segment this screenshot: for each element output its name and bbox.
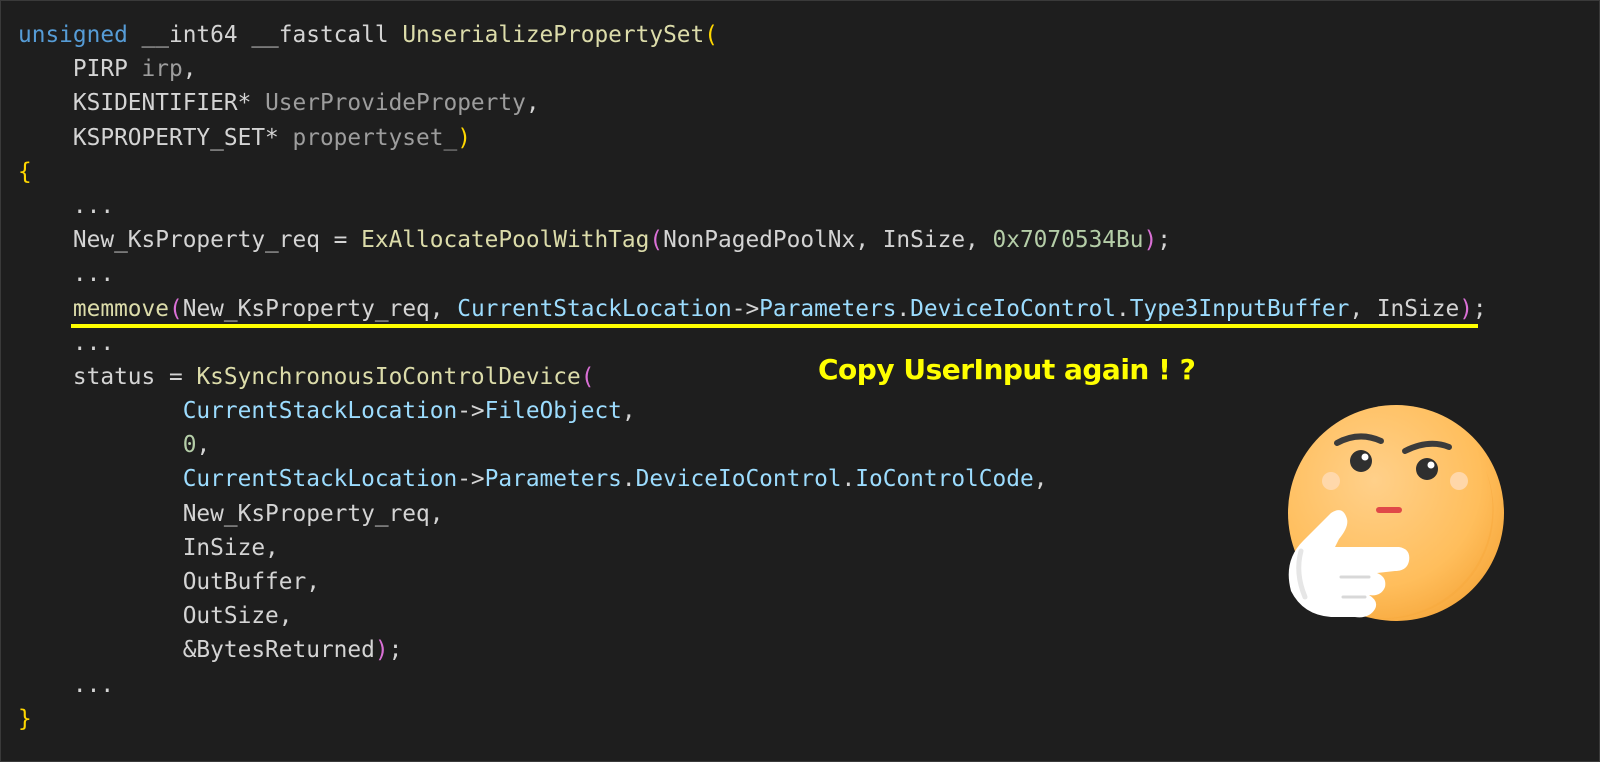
- code-line: InSize,: [18, 531, 1487, 565]
- code-line: }: [18, 702, 1487, 736]
- code-line: unsigned __int64 __fastcall UnserializeP…: [18, 18, 1487, 52]
- code-token: ,: [621, 398, 636, 425]
- code-token: (: [704, 22, 718, 48]
- code-token: ;: [1472, 295, 1487, 322]
- code-token: InSize,: [18, 534, 279, 561]
- code-line: &BytesReturned);: [18, 633, 1487, 667]
- code-token: irp: [141, 56, 183, 83]
- code-token: NonPagedPoolNx, InSize,: [663, 227, 993, 254]
- code-token: {: [18, 158, 32, 185]
- code-token: UnserializePropertySet: [402, 22, 705, 48]
- code-line: ...: [18, 189, 1487, 223]
- code-token: ...: [18, 261, 115, 288]
- code-token: propertyset_: [292, 124, 458, 151]
- code-token: ,: [182, 56, 197, 83]
- code-line: OutBuffer,: [18, 565, 1487, 599]
- code-line: ...: [18, 668, 1487, 702]
- code-line: memmove(New_KsProperty_req, CurrentStack…: [18, 292, 1487, 326]
- code-token: ;: [388, 637, 403, 664]
- thinking-face-icon: [1288, 405, 1504, 621]
- code-line: {: [18, 155, 1487, 189]
- mouth: [1376, 507, 1402, 513]
- code-token: New_KsProperty_req =: [18, 227, 362, 254]
- code-token: , InSize: [1349, 295, 1460, 322]
- code-line: New_KsProperty_req = ExAllocatePoolWithT…: [18, 223, 1487, 257]
- code-token: 0: [182, 432, 197, 459]
- code-token: DeviceIoControl: [910, 295, 1117, 322]
- annotation-callout: Copy UserInput again ! ?: [818, 353, 1196, 386]
- code-line: OutSize,: [18, 599, 1487, 633]
- code-token: OutBuffer,: [18, 569, 320, 595]
- code-token: ,: [196, 432, 211, 459]
- code-token: ->: [457, 466, 485, 493]
- code-token: 0x7070534Bu: [992, 227, 1144, 254]
- code-token: .: [841, 466, 856, 493]
- code-token: ->: [457, 398, 485, 425]
- code-token: ): [374, 637, 389, 664]
- code-line: status = KsSynchronousIoControlDevice(: [18, 360, 1487, 394]
- right-eye: [1416, 458, 1438, 480]
- code-block: unsigned __int64 __fastcall UnserializeP…: [18, 18, 1487, 736]
- code-token: IoControlCode: [855, 466, 1034, 493]
- code-token: ): [457, 124, 471, 151]
- code-token: KSPROPERTY_SET*: [18, 124, 293, 151]
- code-line: KSPROPERTY_SET* propertyset_): [18, 121, 1487, 155]
- code-token: ->: [731, 295, 760, 322]
- code-token: &BytesReturned: [18, 637, 375, 664]
- code-token: .: [896, 295, 911, 322]
- code-token: ...: [18, 329, 115, 356]
- code-token: CurrentStackLocation: [457, 295, 732, 322]
- code-line: ...: [18, 257, 1487, 291]
- code-line: KSIDENTIFIER* UserProvideProperty,: [18, 86, 1487, 120]
- code-token: Type3InputBuffer: [1129, 295, 1350, 322]
- code-token: OutSize,: [18, 603, 293, 630]
- code-token: UserProvideProperty: [265, 90, 526, 117]
- code-token: unsigned: [18, 22, 128, 48]
- code-line: ...: [18, 326, 1487, 360]
- code-token: }: [18, 705, 32, 732]
- code-token: KsSynchronousIoControlDevice: [196, 363, 581, 390]
- code-token: memmove: [72, 295, 169, 322]
- code-token: DeviceIoControl: [635, 466, 842, 493]
- code-line: CurrentStackLocation->Parameters.DeviceI…: [18, 462, 1487, 496]
- code-line: 0,: [18, 428, 1487, 462]
- code-token: Parameters: [484, 466, 622, 493]
- code-token: ): [1459, 295, 1473, 322]
- code-token: ;: [1157, 227, 1171, 254]
- code-token: (: [649, 227, 664, 254]
- code-token: PIRP: [18, 56, 142, 83]
- code-token: ...: [18, 671, 115, 698]
- code-token: ExAllocatePoolWithTag: [361, 227, 650, 254]
- code-token: ,: [525, 90, 540, 117]
- code-line: New_KsProperty_req,: [18, 497, 1487, 531]
- code-token: (: [580, 363, 595, 390]
- code-token: CurrentStackLocation: [182, 398, 458, 425]
- code-token: __int64 __fastcall: [127, 22, 403, 48]
- code-token: KSIDENTIFIER*: [18, 90, 266, 117]
- code-token: CurrentStackLocation: [182, 466, 458, 493]
- code-token: ,: [1033, 466, 1048, 493]
- code-token: Parameters: [759, 295, 897, 322]
- code-line: CurrentStackLocation->FileObject,: [18, 394, 1487, 428]
- code-token: FileObject: [484, 398, 622, 425]
- left-eye: [1350, 450, 1372, 472]
- code-line: PIRP irp,: [18, 52, 1487, 86]
- code-token: New_KsProperty_req,: [18, 500, 444, 527]
- highlight-underline: [71, 324, 1478, 328]
- code-screenshot: unsigned __int64 __fastcall UnserializeP…: [0, 0, 1600, 762]
- code-token: New_KsProperty_req,: [182, 295, 458, 322]
- code-token: .: [621, 466, 636, 493]
- code-token: status =: [18, 363, 197, 390]
- code-token: ): [1143, 227, 1158, 254]
- code-token: (: [168, 295, 183, 322]
- code-token: .: [1116, 295, 1130, 322]
- code-token: ...: [18, 192, 115, 219]
